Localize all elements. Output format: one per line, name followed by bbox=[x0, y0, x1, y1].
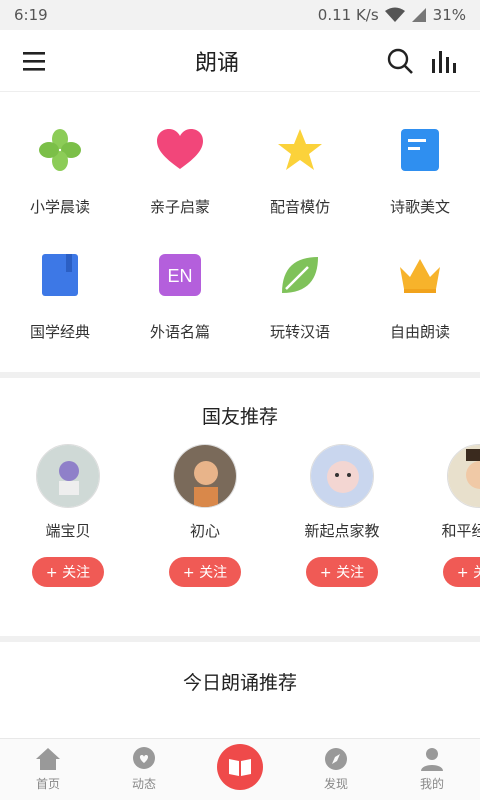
category-guoxue[interactable]: 国学经典 bbox=[0, 247, 120, 359]
friend-card: 新起点家教 + 关注 bbox=[274, 444, 410, 587]
category-hanyu[interactable]: 玩转汉语 bbox=[240, 247, 360, 359]
category-waiyu[interactable]: EN 外语名篇 bbox=[120, 247, 240, 359]
bar-chart-icon[interactable] bbox=[430, 47, 458, 75]
follow-button[interactable]: + 关注 bbox=[168, 557, 242, 587]
signal-icon bbox=[411, 8, 426, 22]
status-bar: 6:19 0.11 K/s 31% bbox=[0, 0, 480, 30]
friend-card: 端宝贝 + 关注 bbox=[0, 444, 136, 587]
page-title: 朗诵 bbox=[194, 50, 239, 76]
app-bar: 朗诵 bbox=[0, 30, 480, 92]
category-label: 配音模仿 bbox=[269, 198, 330, 216]
friends-section-title: 国友推荐 bbox=[201, 406, 278, 428]
avatar[interactable] bbox=[36, 444, 100, 508]
friend-name: 端宝贝 bbox=[45, 522, 91, 540]
menu-icon[interactable] bbox=[22, 50, 48, 72]
follow-button[interactable]: + 关注 bbox=[305, 557, 379, 587]
battery-percent: 31% bbox=[432, 6, 466, 24]
tab-read[interactable] bbox=[192, 743, 288, 790]
category-shige[interactable]: 诗歌美文 bbox=[360, 122, 480, 234]
category-label: 诗歌美文 bbox=[389, 198, 450, 216]
friend-name: 和平经贸院 bbox=[441, 522, 480, 540]
follow-button[interactable]: + 关注 bbox=[31, 557, 105, 587]
svg-text:EN: EN bbox=[167, 266, 192, 286]
compass-icon bbox=[325, 748, 347, 770]
user-icon bbox=[421, 748, 443, 771]
friend-name: 初心 bbox=[189, 522, 220, 540]
search-icon[interactable] bbox=[386, 47, 414, 75]
category-label: 外语名篇 bbox=[149, 323, 210, 341]
book-icon bbox=[32, 247, 88, 303]
tab-label: 首页 bbox=[35, 777, 60, 791]
tab-label: 发现 bbox=[323, 777, 348, 791]
today-section: 今日朗诵推荐 bbox=[0, 642, 480, 738]
bottom-tab-bar: 首页 动态 发现 我的 bbox=[0, 738, 480, 800]
today-section-title: 今日朗诵推荐 bbox=[182, 672, 297, 694]
follow-button[interactable]: + 关注 bbox=[442, 557, 480, 587]
category-label: 自由朗读 bbox=[389, 323, 450, 341]
category-label: 亲子启蒙 bbox=[149, 198, 210, 216]
tab-home[interactable]: 首页 bbox=[0, 747, 96, 792]
category-xiaoxue[interactable]: 小学晨读 bbox=[0, 122, 120, 234]
tab-profile[interactable]: 我的 bbox=[384, 747, 480, 792]
avatar[interactable] bbox=[447, 444, 480, 508]
app-bar-actions bbox=[386, 47, 458, 75]
status-indicators: 0.11 K/s 31% bbox=[318, 6, 466, 24]
star-icon bbox=[272, 122, 328, 178]
tab-label: 动态 bbox=[131, 777, 156, 791]
category-peiyin[interactable]: 配音模仿 bbox=[240, 122, 360, 234]
friends-carousel[interactable]: 端宝贝 + 关注 初心 + 关注 新起点家教 + 关注 和平经贸院 + 关注 bbox=[0, 444, 480, 614]
network-speed: 0.11 K/s bbox=[317, 6, 379, 24]
home-icon bbox=[36, 748, 60, 770]
category-qinzi[interactable]: 亲子启蒙 bbox=[120, 122, 240, 234]
avatar[interactable] bbox=[173, 444, 237, 508]
wifi-icon bbox=[384, 7, 405, 22]
tab-label: 我的 bbox=[419, 777, 444, 791]
chat-heart-icon bbox=[133, 747, 155, 769]
crown-icon bbox=[392, 247, 448, 303]
heart-icon bbox=[152, 122, 208, 178]
category-label: 玩转汉语 bbox=[269, 323, 330, 341]
friends-section: 国友推荐 端宝贝 + 关注 初心 + 关注 新起点家教 + 关注 和平经 + bbox=[0, 378, 480, 636]
open-book-icon bbox=[217, 743, 263, 790]
leaf-icon bbox=[272, 247, 328, 303]
notebook-icon bbox=[392, 122, 448, 178]
en-badge-icon: EN bbox=[152, 247, 208, 303]
category-label: 小学晨读 bbox=[29, 198, 90, 216]
category-grid: 小学晨读 亲子启蒙 配音模仿 诗歌美文 国学经典 EN 外语名篇 玩转汉语 自由… bbox=[0, 92, 480, 372]
friend-card: 和平经贸院 + 关注 bbox=[411, 444, 480, 587]
clover-icon bbox=[32, 122, 88, 178]
friend-name: 新起点家教 bbox=[304, 522, 380, 540]
status-time: 6:19 bbox=[14, 6, 48, 24]
avatar[interactable] bbox=[310, 444, 374, 508]
category-ziyou[interactable]: 自由朗读 bbox=[360, 247, 480, 359]
tab-feed[interactable]: 动态 bbox=[96, 747, 192, 792]
category-label: 国学经典 bbox=[29, 323, 90, 341]
tab-discover[interactable]: 发现 bbox=[288, 747, 384, 792]
friend-card: 初心 + 关注 bbox=[137, 444, 273, 587]
